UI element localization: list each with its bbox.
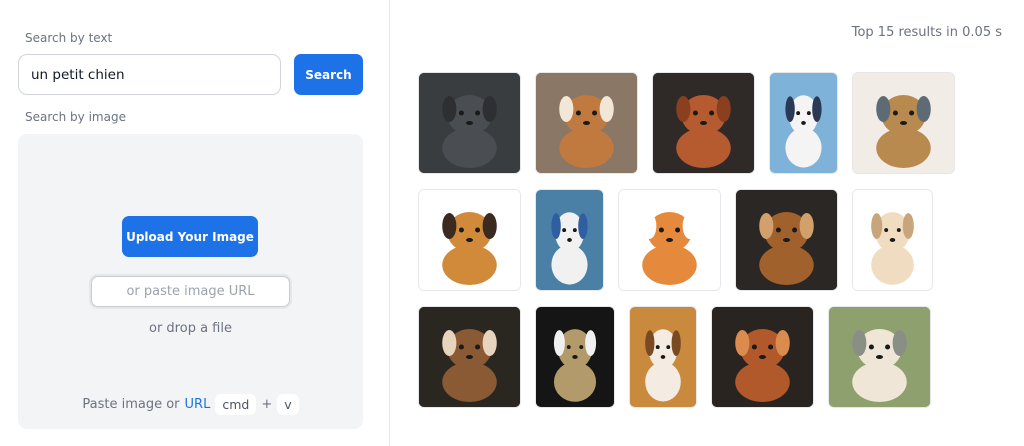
image-dropzone[interactable]: Upload Your Image or drop a file Paste i… <box>18 134 363 429</box>
dog-picture <box>736 190 837 290</box>
dog-picture <box>536 73 637 173</box>
search-by-text-label: Search by text <box>25 31 113 45</box>
result-image[interactable] <box>418 72 521 174</box>
dog-picture <box>829 307 930 407</box>
dog-picture <box>419 307 520 407</box>
search-button[interactable]: Search <box>294 54 363 95</box>
search-by-image-label: Search by image <box>25 110 126 124</box>
dog-picture <box>770 73 837 173</box>
result-image[interactable] <box>618 189 721 291</box>
paste-hint-text: Paste image or <box>82 397 180 412</box>
dog-picture <box>630 307 696 407</box>
dog-picture <box>536 190 603 290</box>
dog-picture <box>853 190 932 290</box>
result-image[interactable] <box>735 189 838 291</box>
search-text-input[interactable] <box>18 54 281 95</box>
result-image[interactable] <box>769 72 838 174</box>
dog-picture <box>536 307 614 407</box>
result-image[interactable] <box>535 306 615 408</box>
paste-url-link[interactable]: URL <box>185 397 211 412</box>
plus-sign: + <box>261 397 273 412</box>
result-image[interactable] <box>852 189 933 291</box>
paste-hint: Paste image or URL cmd + v <box>18 394 363 415</box>
result-image[interactable] <box>629 306 697 408</box>
result-image[interactable] <box>535 72 638 174</box>
upload-image-button[interactable]: Upload Your Image <box>122 216 258 257</box>
result-image[interactable] <box>418 306 521 408</box>
dog-picture <box>619 190 720 290</box>
result-image[interactable] <box>418 189 521 291</box>
dog-picture <box>419 73 520 173</box>
dog-picture <box>419 190 520 290</box>
result-image[interactable] <box>535 189 604 291</box>
image-url-input[interactable] <box>91 276 290 307</box>
result-image[interactable] <box>652 72 755 174</box>
dog-picture <box>712 307 813 407</box>
results-summary: Top 15 results in 0.05 s <box>851 25 1002 40</box>
dog-picture <box>653 73 754 173</box>
v-key: v <box>277 394 299 415</box>
result-image[interactable] <box>711 306 814 408</box>
result-image[interactable] <box>828 306 931 408</box>
drop-file-hint: or drop a file <box>149 321 232 336</box>
cmd-key: cmd <box>215 394 257 415</box>
search-panel: Search by text Search Search by image Up… <box>0 0 390 446</box>
dog-picture <box>853 73 954 173</box>
result-image[interactable] <box>852 72 955 174</box>
